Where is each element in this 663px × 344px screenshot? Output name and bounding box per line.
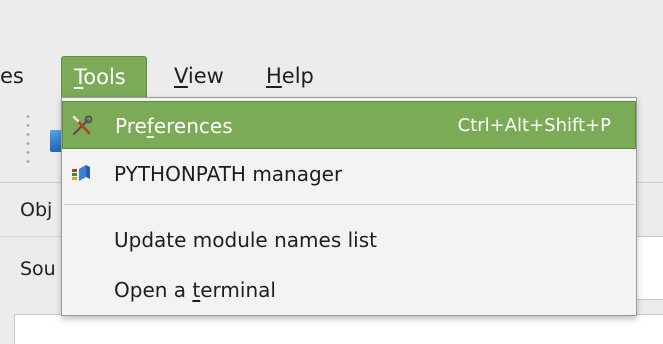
- pythonpath-icon: [70, 163, 92, 185]
- menu-item-preferences-shortcut: Ctrl+Alt+Shift+P: [457, 115, 611, 136]
- menubar-item-files-partial[interactable]: es: [0, 56, 36, 96]
- menu-item-open-terminal[interactable]: Open a terminal: [62, 266, 636, 314]
- menu-separator: [64, 204, 634, 205]
- menubar-item-files-label: es: [0, 64, 24, 88]
- toolbar-grip-handle[interactable]: [26, 112, 30, 168]
- menu-item-update-module-names-label: Update module names list: [114, 228, 377, 252]
- menu-item-pythonpath-manager[interactable]: PYTHONPATH manager: [62, 150, 636, 198]
- menubar-item-help[interactable]: Help: [254, 56, 326, 96]
- menu-item-open-terminal-label: Open a terminal: [114, 278, 276, 302]
- menubar-item-tools[interactable]: Tools: [61, 56, 147, 100]
- menubar-item-help-label: Help: [266, 64, 314, 88]
- menubar-item-tools-label: Tools: [74, 65, 126, 89]
- menu-item-preferences-label: Preferences: [115, 114, 233, 138]
- source-label: Sou: [20, 258, 56, 280]
- source-field[interactable]: [636, 236, 663, 300]
- editor-area[interactable]: [14, 314, 663, 344]
- wrench-screwdriver-icon: [71, 115, 93, 137]
- menu-item-preferences[interactable]: Preferences Ctrl+Alt+Shift+P: [62, 101, 636, 149]
- objects-label: Obj: [20, 199, 53, 221]
- menubar-item-view[interactable]: View: [162, 56, 236, 96]
- tools-menu: Preferences Ctrl+Alt+Shift+P PYTHONPATH …: [61, 97, 637, 316]
- menu-item-update-module-names[interactable]: Update module names list: [62, 216, 636, 264]
- menubar-item-view-label: View: [174, 64, 224, 88]
- menu-item-pythonpath-label: PYTHONPATH manager: [114, 162, 343, 186]
- menubar: es Tools View Help: [0, 52, 663, 100]
